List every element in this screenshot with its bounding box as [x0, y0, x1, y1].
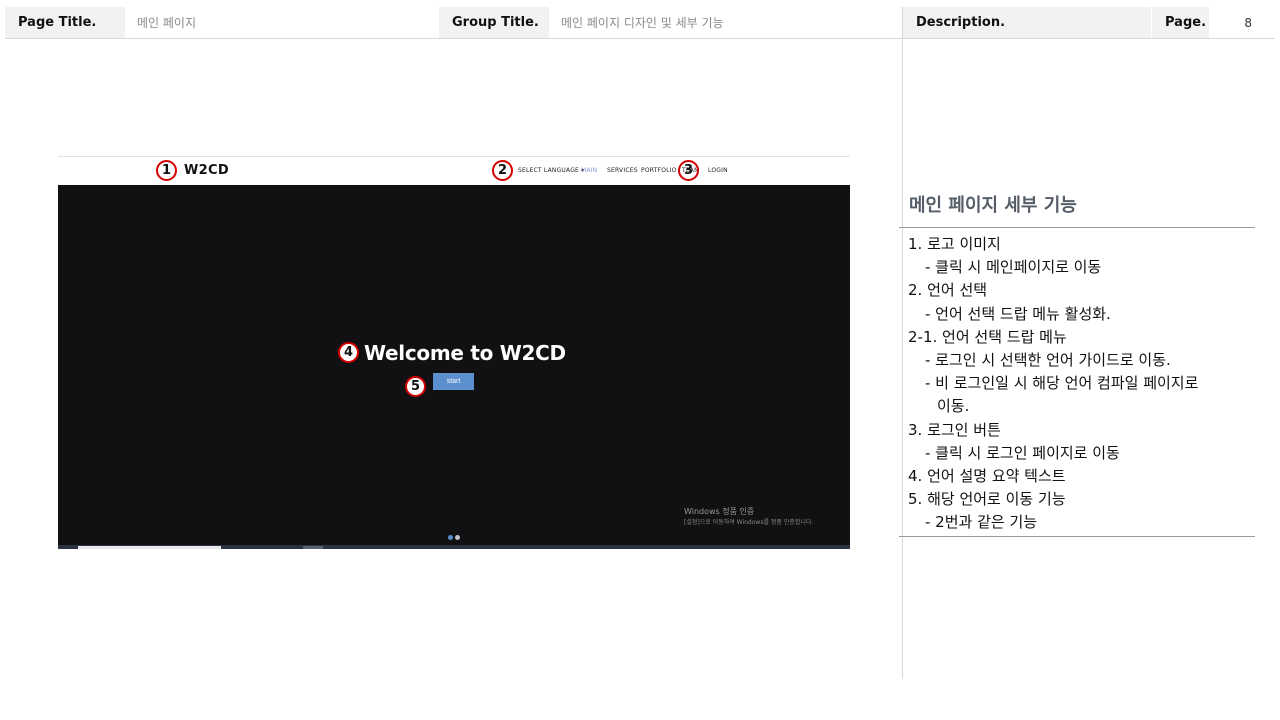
desc-item: 4. 언어 설명 요약 텍스트 [908, 467, 1066, 486]
slider-dot[interactable] [455, 535, 460, 540]
feature-description-list: 1. 로고 이미지 - 클릭 시 메인페이지로 이동 2. 언어 선택 - 언어… [908, 233, 1254, 535]
taskbar-strip [58, 545, 850, 549]
slider-dot-active[interactable] [448, 535, 453, 540]
callout-3: 3 [678, 160, 699, 181]
page-number: 8 [1244, 15, 1252, 30]
group-title-value: 메인 페이지 디자인 및 세부 기능 [561, 16, 724, 30]
windows-activation-title: Windows 정품 인증 [684, 507, 755, 516]
hero-title: Welcome to W2CD [364, 341, 566, 365]
desc-item: 1. 로고 이미지 [908, 235, 1001, 253]
desc-subitem-continued: 이동. [937, 397, 970, 416]
panel-top-rule [899, 227, 1255, 228]
taskbar-segment [303, 546, 323, 549]
desc-subitem: - 클릭 시 메인페이지로 이동 [925, 258, 1102, 277]
nav-main[interactable]: MAIN [581, 167, 597, 174]
callout-2: 2 [492, 160, 513, 181]
desc-subitem: - 비 로그인일 시 해당 언어 컴파일 페이지로 [925, 374, 1199, 393]
start-button[interactable]: start [433, 373, 474, 390]
desc-subitem: - 2번과 같은 기능 [925, 513, 1038, 532]
main-page-mockup: W2CD SELECT LANGUAGE ▾ MAIN SERVICES POR… [58, 156, 850, 549]
desc-subitem: - 언어 선택 드랍 메뉴 활성화. [925, 304, 1111, 323]
panel-title: 메인 페이지 세부 기능 [909, 195, 1077, 216]
page-title-value: 메인 페이지 [137, 16, 197, 30]
w2cd-logo[interactable]: W2CD [184, 163, 229, 178]
desc-item: 5. 해당 언어로 이동 기능 [908, 490, 1066, 509]
callout-5: 5 [405, 376, 426, 397]
desc-item: 2-1. 언어 선택 드랍 메뉴 [908, 327, 1067, 346]
header-divider [5, 38, 1275, 39]
callout-4: 4 [338, 342, 359, 363]
desc-item: 3. 로그인 버튼 [908, 420, 1001, 439]
description-label: Description. [903, 7, 1151, 38]
panel-divider [902, 7, 903, 679]
desc-subitem: - 클릭 시 로그인 페이지로 이동 [925, 443, 1120, 462]
callout-1: 1 [156, 160, 177, 181]
nav-portfolio[interactable]: PORTFOLIO [641, 167, 677, 174]
page-label: Page. [1152, 7, 1209, 38]
nav-login[interactable]: LOGIN [708, 167, 728, 174]
group-title-label: Group Title. [439, 7, 549, 38]
taskbar-segment [78, 546, 221, 549]
windows-activation-subtitle: [설정]으로 이동하여 Windows를 정품 인증합니다. [684, 519, 814, 526]
nav-services[interactable]: SERVICES [607, 167, 638, 174]
page-title-label: Page Title. [5, 7, 125, 38]
panel-bottom-rule [899, 536, 1255, 537]
desc-subitem: - 로그인 시 선택한 언어 가이드로 이동. [925, 351, 1171, 370]
desc-item: 2. 언어 선택 [908, 281, 988, 300]
select-language-menu[interactable]: SELECT LANGUAGE ▾ [518, 167, 584, 174]
